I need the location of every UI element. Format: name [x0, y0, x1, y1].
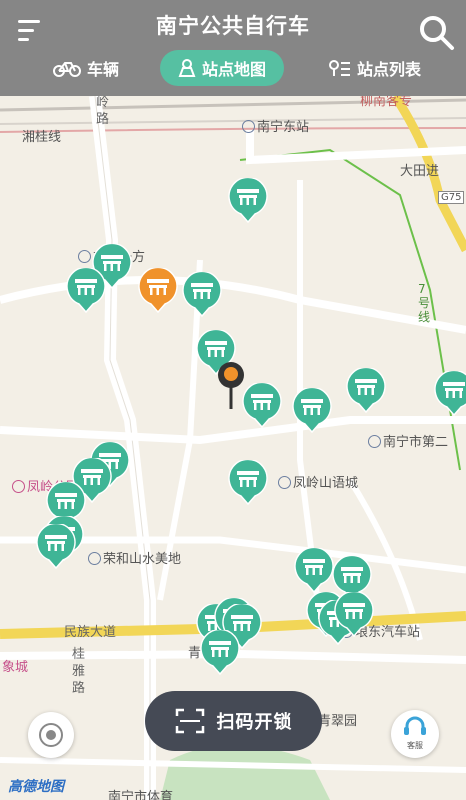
residence-icon: [78, 250, 91, 263]
tab-station-map[interactable]: 站点地图: [160, 50, 284, 86]
bike-station-marker-selected[interactable]: [138, 268, 178, 314]
bike-station-marker[interactable]: [292, 388, 332, 434]
station-map[interactable]: 南宁东站 湘桂线 柳南客专 凤凰岭路 大田进 G75 在水一方 7号线 南宁市第…: [0, 0, 466, 800]
locate-button[interactable]: [28, 712, 74, 758]
bike-station-marker[interactable]: [346, 368, 386, 414]
road-label-guiya: 桂雅路: [72, 647, 86, 696]
bike-station-marker[interactable]: [36, 524, 76, 570]
train-station-icon: [242, 120, 255, 133]
label-text: 南宁东站: [257, 120, 310, 135]
bike-station-marker[interactable]: [242, 383, 282, 429]
map-provider-logo: 高德地图: [8, 779, 64, 795]
bike-station-marker[interactable]: [434, 371, 466, 417]
rail-label-xianggui: 湘桂线: [22, 130, 62, 145]
bike-station-marker[interactable]: [228, 178, 268, 224]
customer-service-button[interactable]: 客服: [391, 710, 439, 758]
school-icon: [368, 435, 381, 448]
residence-icon: [88, 552, 101, 565]
tab-station-list[interactable]: 站点列表: [320, 50, 430, 86]
bike-station-icon: [36, 524, 76, 570]
place-label-datianjin: 大田进: [400, 164, 440, 179]
bike-station-icon: [182, 272, 222, 318]
tab-bar: 车辆 站点地图 站点列表: [0, 50, 466, 86]
headset-icon: [404, 716, 426, 735]
road-label-minzu: 民族大道: [64, 625, 117, 640]
metro-label-line7: 7号线: [418, 282, 431, 324]
poi-label-nanning-2nd: 南宁市第二: [368, 431, 448, 450]
poi-label-qingcuiyuan: 青翠园: [318, 714, 358, 729]
search-icon[interactable]: [418, 14, 456, 52]
bike-station-icon: [292, 388, 332, 434]
bike-station-icon: [228, 460, 268, 506]
list-icon: [328, 60, 350, 76]
locate-icon: [39, 723, 63, 747]
poi-label-ronghe: 荣和山水美地: [88, 548, 181, 567]
app-header: 南宁公共自行车 车辆 站点地图 站点列表: [0, 0, 466, 96]
park-icon: [12, 480, 25, 493]
label-text: 凤岭山语城: [293, 476, 359, 491]
tab-station-map-label: 站点地图: [201, 60, 266, 79]
poi-label-fenglingshanyu: 凤岭山语城: [278, 472, 358, 491]
bike-station-marker[interactable]: [228, 460, 268, 506]
bike-station-icon: [200, 630, 240, 676]
residence-icon: [278, 476, 291, 489]
label-text: 南宁市第二: [383, 435, 449, 450]
bike-station-icon: [294, 548, 334, 594]
bike-station-marker[interactable]: [66, 268, 106, 314]
bike-station-icon: [228, 178, 268, 224]
bike-station-marker[interactable]: [294, 548, 334, 594]
tab-vehicles[interactable]: 车辆: [36, 50, 136, 86]
station-label-nanning-east: 南宁东站: [242, 116, 309, 135]
poi-label-xiangcheng: 象城: [2, 660, 29, 675]
poi-label-nanning-sport: 南宁市体育: [108, 790, 174, 800]
label-text: 荣和山水美地: [103, 552, 182, 567]
current-location-pin: [216, 361, 246, 411]
bike-station-icon: [66, 268, 106, 314]
scan-unlock-button[interactable]: 扫码开锁: [145, 691, 322, 751]
map-icon: [178, 59, 196, 77]
bike-station-icon: [346, 368, 386, 414]
customer-service-label: 客服: [407, 741, 423, 750]
bike-station-marker[interactable]: [334, 592, 374, 638]
app-title: 南宁公共自行车: [156, 14, 310, 38]
tab-station-list-label: 站点列表: [356, 60, 421, 79]
bicycle-icon: [52, 62, 81, 77]
scan-unlock-label: 扫码开锁: [216, 712, 293, 733]
scan-icon: [175, 708, 204, 734]
bike-station-marker[interactable]: [182, 272, 222, 318]
highway-badge-g75: G75: [438, 191, 465, 204]
bike-station-icon: [138, 268, 178, 314]
bike-station-marker[interactable]: [200, 630, 240, 676]
bike-station-icon: [434, 371, 466, 417]
bike-station-icon: [242, 383, 282, 429]
bike-station-icon: [334, 592, 374, 638]
tab-vehicles-label: 车辆: [86, 60, 119, 79]
